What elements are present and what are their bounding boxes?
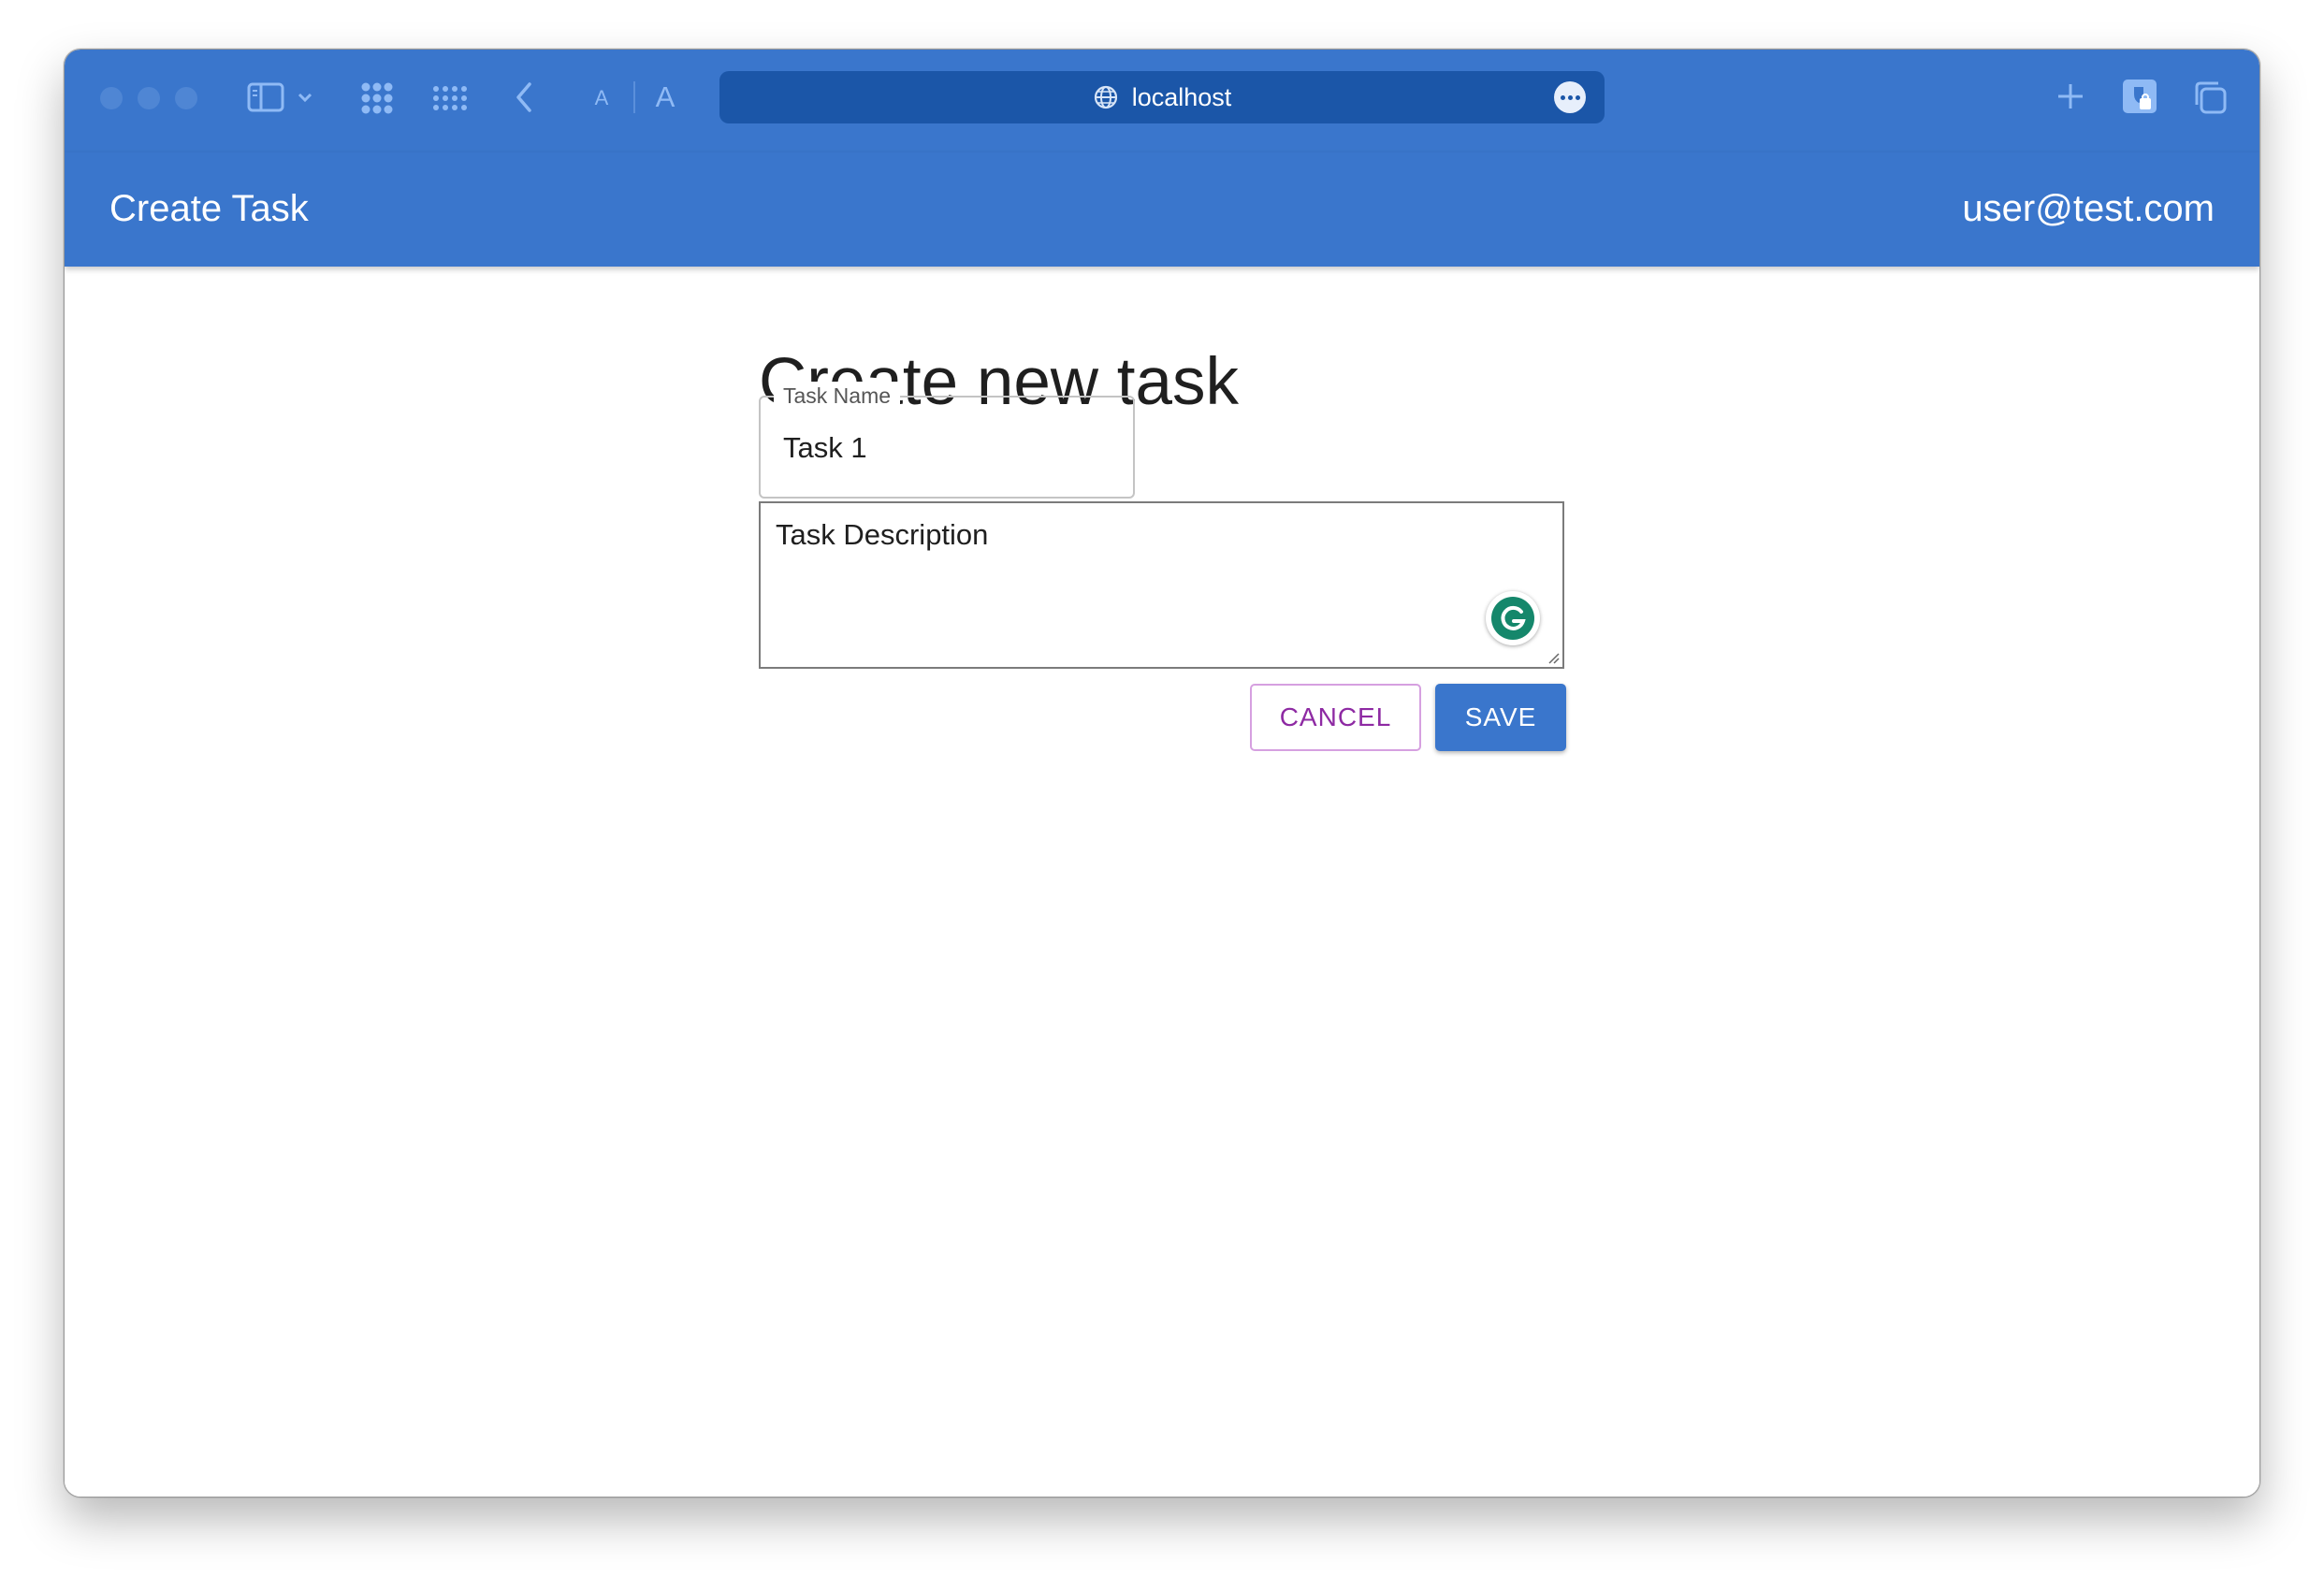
task-name-label: Task Name (774, 382, 901, 410)
browser-window: A A localhost Create Task user@test.com … (64, 49, 2260, 1497)
app-bar: Create Task user@test.com (65, 152, 2259, 267)
close-window-button[interactable] (100, 87, 123, 109)
cancel-button[interactable]: CANCEL (1250, 684, 1421, 751)
new-tab-icon[interactable] (2052, 78, 2089, 115)
grammarly-icon[interactable] (1486, 591, 1540, 645)
tab-overview-icon[interactable] (356, 78, 398, 119)
privacy-report-icon[interactable] (2119, 76, 2160, 117)
text-smaller-icon[interactable]: A (588, 81, 615, 115)
address-text: localhost (1131, 82, 1232, 111)
toolbar-divider (633, 81, 635, 113)
chevron-down-icon[interactable] (295, 85, 315, 109)
back-icon[interactable] (510, 78, 538, 117)
main-content: Create new task Task Name CANCEL SAVE (65, 267, 2259, 1497)
minimize-window-button[interactable] (138, 87, 160, 109)
task-name-field[interactable]: Task Name (759, 382, 1135, 499)
tabs-icon[interactable] (2190, 78, 2230, 117)
sidebar-icon[interactable] (244, 80, 287, 115)
globe-icon (1093, 84, 1119, 110)
address-bar[interactable]: localhost (719, 71, 1605, 123)
text-larger-icon[interactable]: A (648, 78, 682, 117)
save-button[interactable]: SAVE (1435, 684, 1566, 751)
more-icon[interactable] (1554, 81, 1586, 113)
user-email[interactable]: user@test.com (1962, 188, 2215, 230)
zoom-window-button[interactable] (175, 87, 197, 109)
task-description-input[interactable] (761, 503, 1562, 667)
resize-handle-icon[interactable] (1547, 651, 1560, 664)
extensions-grid-icon[interactable] (429, 81, 471, 115)
task-name-input[interactable] (783, 431, 1101, 465)
task-description-box (759, 501, 1564, 669)
browser-toolbar: A A localhost (65, 50, 2259, 152)
app-bar-title: Create Task (109, 188, 309, 229)
